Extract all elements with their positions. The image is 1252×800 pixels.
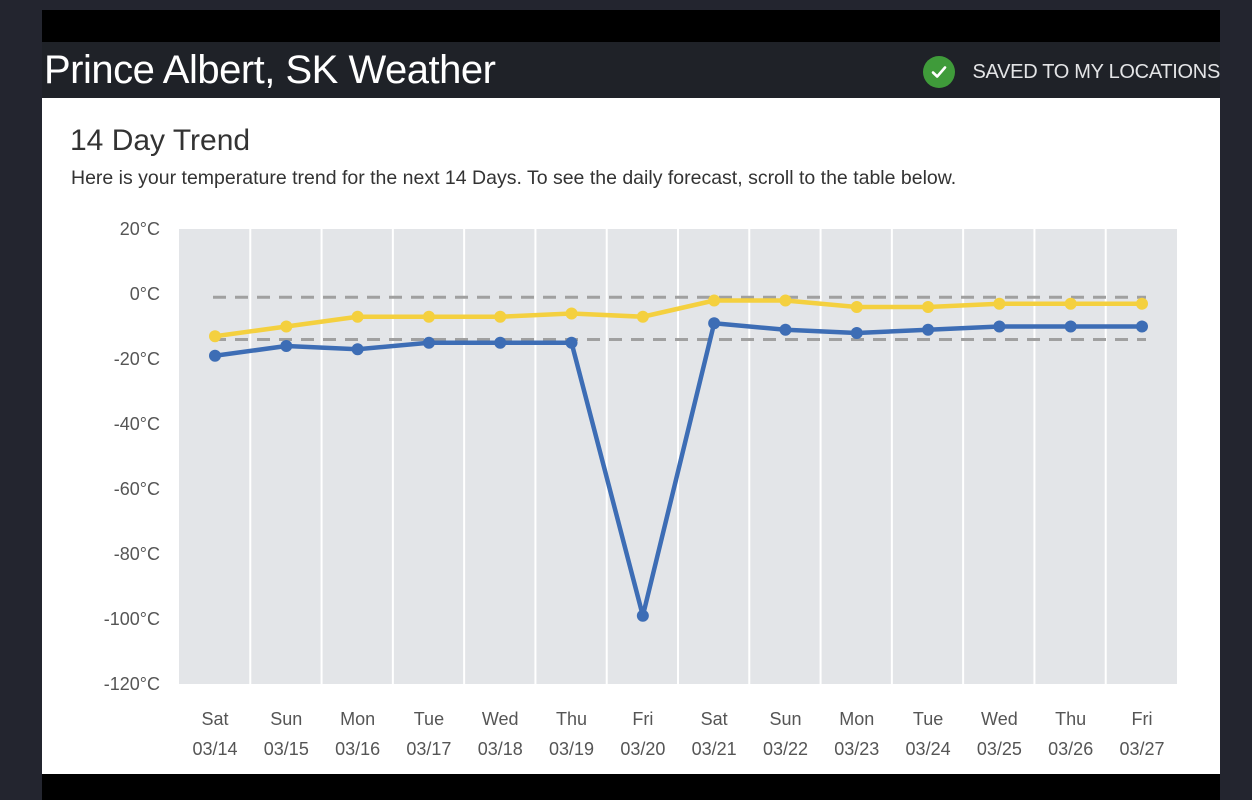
series-high-point <box>422 310 435 323</box>
x-date-label: 03/21 <box>692 739 737 759</box>
check-circle-icon <box>922 56 955 88</box>
checkmark-icon <box>931 66 946 78</box>
x-date-label: 03/26 <box>1048 739 1093 759</box>
x-day-label: Sat <box>701 709 728 729</box>
x-date-label: 03/20 <box>620 739 665 759</box>
series-low-point <box>636 609 649 622</box>
top-black-bar <box>42 10 1220 42</box>
series-high-point <box>565 307 578 320</box>
x-day-label: Thu <box>1055 709 1086 729</box>
y-tick-label: -120°C <box>104 674 160 694</box>
x-day-label: Mon <box>839 709 874 729</box>
series-low-point <box>422 336 435 349</box>
series-high-point <box>209 330 221 343</box>
y-tick-label: -80°C <box>114 544 160 564</box>
x-day-label: Wed <box>981 709 1018 729</box>
series-high-point <box>922 301 935 313</box>
y-tick-label: 0°C <box>130 284 160 304</box>
series-high-point <box>779 294 792 307</box>
x-day-label: Fri <box>632 709 653 729</box>
y-tick-label: -40°C <box>114 414 160 434</box>
trend-card: 14 Day Trend Here is your temperature tr… <box>42 98 1220 774</box>
x-day-label: Sun <box>769 709 801 729</box>
x-date-label: 03/14 <box>192 739 237 759</box>
series-low-point <box>1136 320 1148 333</box>
series-high-point <box>1136 297 1148 310</box>
series-high-point <box>494 310 507 323</box>
x-day-label: Sun <box>270 709 302 729</box>
x-day-label: Fri <box>1132 709 1153 729</box>
series-low-point <box>1064 320 1077 333</box>
bottom-black-bar <box>42 774 1220 800</box>
series-high-point <box>280 320 293 333</box>
x-date-label: 03/15 <box>264 739 309 759</box>
series-high-point <box>351 310 364 323</box>
x-date-label: 03/22 <box>763 739 808 759</box>
x-date-label: 03/16 <box>335 739 380 759</box>
series-low-point <box>708 317 721 330</box>
series-low-point <box>494 336 507 349</box>
series-low-point <box>209 349 221 362</box>
series-low-point <box>993 320 1006 333</box>
page-title: Prince Albert, SK Weather <box>44 48 496 92</box>
series-low-point <box>280 340 293 352</box>
series-low-point <box>779 323 792 336</box>
y-tick-label: -60°C <box>114 479 160 499</box>
x-day-label: Mon <box>340 709 375 729</box>
x-date-label: 03/27 <box>1119 739 1164 759</box>
x-date-label: 03/19 <box>549 739 594 759</box>
page-header: Prince Albert, SK Weather SAVED TO MY LO… <box>42 42 1220 98</box>
series-high-point <box>993 297 1006 310</box>
temperature-trend-chart: 20°C 0°C -20°C -40°C -60°C -80°C -100°C -120°C S… <box>104 219 1177 759</box>
y-tick-label: -20°C <box>114 349 160 369</box>
series-high-point <box>1064 297 1077 310</box>
x-date-label: 03/24 <box>906 739 951 759</box>
series-high-point <box>850 301 863 313</box>
series-low-point <box>850 327 863 339</box>
x-day-label: Tue <box>913 709 943 729</box>
series-high-point <box>636 310 649 323</box>
y-tick-label: -100°C <box>104 609 160 629</box>
x-date-label: 03/25 <box>977 739 1022 759</box>
series-low-point <box>351 343 364 356</box>
series-low-point <box>565 336 578 349</box>
saved-label: SAVED TO MY LOCATIONS <box>972 60 1221 83</box>
saved-to-my-locations-button[interactable]: SAVED TO MY LOCATIONS <box>922 56 1221 88</box>
x-day-label: Tue <box>414 709 444 729</box>
series-high-point <box>708 294 721 307</box>
x-day-label: Thu <box>556 709 587 729</box>
x-date-label: 03/18 <box>478 739 523 759</box>
y-tick-label: 20°C <box>120 219 160 239</box>
x-day-label: Wed <box>482 709 519 729</box>
x-date-label: 03/23 <box>834 739 879 759</box>
x-date-label: 03/17 <box>406 739 451 759</box>
series-low-point <box>922 323 935 336</box>
x-day-label: Sat <box>201 709 228 729</box>
